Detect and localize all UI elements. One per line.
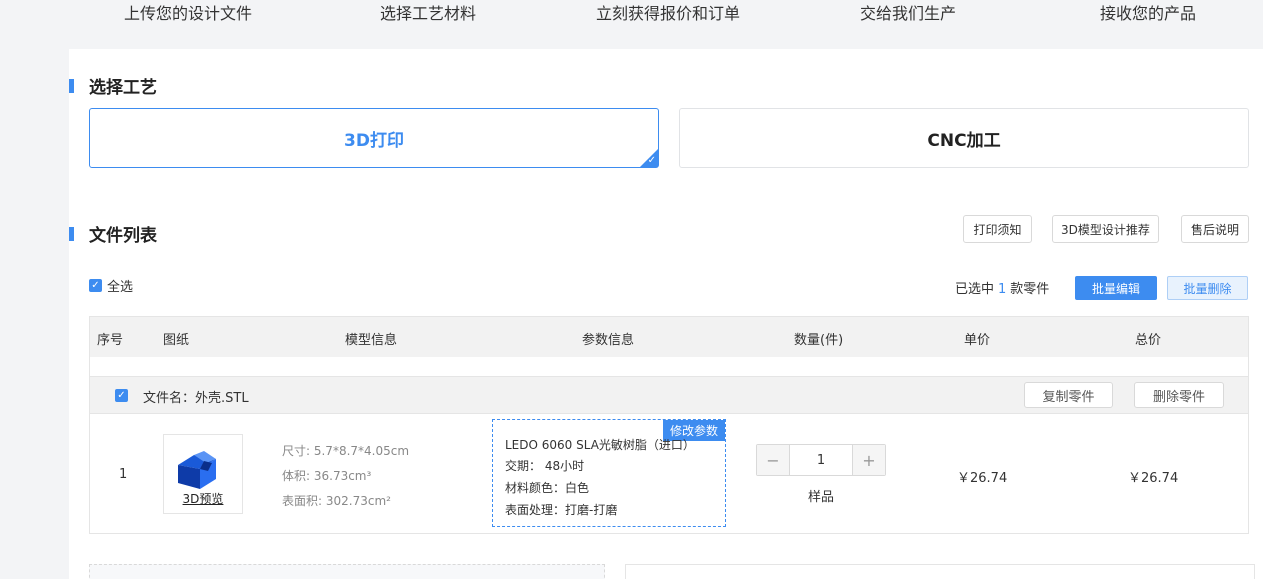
step-get-quote: 立刻获得报价和订单 bbox=[595, 4, 741, 23]
delete-part-button[interactable]: 删除零件 bbox=[1134, 382, 1224, 408]
minus-button[interactable]: − bbox=[757, 445, 789, 475]
plus-button[interactable]: + bbox=[853, 445, 885, 475]
model-volume: 体积: 36.73cm³ bbox=[282, 469, 372, 483]
process-option-cnc[interactable]: CNC加工 bbox=[679, 108, 1249, 168]
step-upload: 上传您的设计文件 bbox=[123, 4, 253, 23]
row-index: 1 bbox=[119, 467, 128, 482]
model-size: 尺寸: 5.7*8.7*4.05cm bbox=[282, 444, 410, 458]
check-icon: ✓ bbox=[647, 155, 656, 166]
param-material: LEDO 6060 SLA光敏树脂（进口） bbox=[505, 438, 695, 452]
param-info-box[interactable]: 修改参数 LEDO 6060 SLA光敏树脂（进口） 交期： 48小时 材料颜色… bbox=[492, 419, 726, 527]
unit-price: ￥26.74 bbox=[957, 471, 1008, 486]
bottom-left-panel bbox=[89, 564, 605, 579]
column-params: 参数信息 bbox=[582, 333, 635, 348]
selected-count: 1 bbox=[998, 282, 1007, 297]
selected-suffix: 款零件 bbox=[1010, 282, 1050, 297]
total-price: ￥26.74 bbox=[1128, 471, 1179, 486]
bottom-right-panel bbox=[625, 564, 1255, 579]
column-total-price: 总价 bbox=[1135, 333, 1162, 348]
model-thumbnail[interactable]: 3D预览 bbox=[163, 434, 243, 514]
column-index: 序号 bbox=[97, 333, 124, 348]
main-panel: 选择工艺 3D打印 ✓ CNC加工 文件列表 打印须知 3D模型设计推荐 售后说… bbox=[69, 49, 1263, 579]
quantity-value[interactable]: 1 bbox=[789, 445, 853, 475]
model-surface-area: 表面积: 302.73cm² bbox=[282, 494, 391, 508]
3d-preview-link[interactable]: 3D预览 bbox=[164, 490, 242, 507]
file-checkbox[interactable]: ✓ bbox=[115, 389, 128, 402]
section-marker bbox=[69, 78, 74, 93]
checkbox-checked-icon: ✓ bbox=[89, 279, 102, 292]
process-steps: 上传您的设计文件 选择工艺材料 立刻获得报价和订单 交给我们生产 接收您的产品 bbox=[0, 0, 1263, 24]
batch-delete-button[interactable]: 批量删除 bbox=[1167, 276, 1248, 300]
after-sales-button[interactable]: 售后说明 bbox=[1181, 215, 1249, 243]
process-option-3d-print[interactable]: 3D打印 ✓ bbox=[89, 108, 659, 168]
file-row: ✓ 文件名：外壳.STL 复制零件 删除零件 bbox=[90, 376, 1248, 414]
selected-prefix: 已选中 bbox=[955, 282, 995, 297]
table-header: 序号 图纸 模型信息 参数信息 数量(件) 单价 总价 bbox=[90, 317, 1248, 357]
process-option-label: CNC加工 bbox=[927, 130, 1001, 151]
files-section-title: 文件列表 bbox=[69, 221, 157, 246]
param-lead-time: 交期： 48小时 bbox=[505, 459, 585, 473]
parts-table: 序号 图纸 模型信息 参数信息 数量(件) 单价 总价 ✓ 文件名：外壳.STL… bbox=[89, 316, 1249, 534]
quantity-stepper: − 1 + bbox=[756, 444, 886, 476]
design-recommend-button[interactable]: 3D模型设计推荐 bbox=[1052, 215, 1159, 243]
step-receive: 接收您的产品 bbox=[1099, 4, 1197, 23]
select-all-label: 全选 bbox=[107, 280, 134, 295]
param-surface-treatment: 表面处理：打磨-打磨 bbox=[505, 503, 618, 517]
step-select-material: 选择工艺材料 bbox=[379, 4, 477, 23]
print-notice-button[interactable]: 打印须知 bbox=[963, 215, 1032, 243]
process-title: 选择工艺 bbox=[89, 78, 157, 98]
column-drawing: 图纸 bbox=[163, 333, 190, 348]
select-all-checkbox[interactable]: ✓ 全选 bbox=[89, 276, 133, 295]
selected-info: 已选中 1 款零件 bbox=[955, 278, 1049, 297]
step-production: 交给我们生产 bbox=[859, 4, 957, 23]
process-section-title: 选择工艺 bbox=[69, 73, 157, 98]
section-marker bbox=[69, 226, 74, 241]
column-unit-price: 单价 bbox=[964, 333, 991, 348]
column-quantity: 数量(件) bbox=[794, 333, 844, 348]
process-option-label: 3D打印 bbox=[344, 130, 404, 151]
copy-part-button[interactable]: 复制零件 bbox=[1024, 382, 1113, 408]
files-title: 文件列表 bbox=[89, 226, 157, 246]
batch-edit-button[interactable]: 批量编辑 bbox=[1075, 276, 1157, 300]
file-name: 文件名：外壳.STL bbox=[143, 391, 249, 406]
column-model-info: 模型信息 bbox=[345, 333, 398, 348]
param-color: 材料颜色：白色 bbox=[505, 481, 590, 495]
quantity-note: 样品 bbox=[808, 490, 835, 505]
